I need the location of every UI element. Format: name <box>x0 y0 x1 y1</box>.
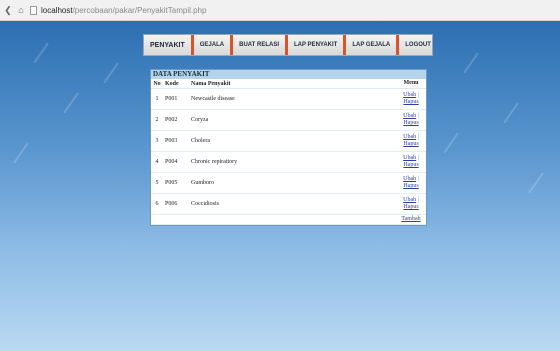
table-row: 1 P001 Newcastle disease Ubah | Hapus <box>151 88 426 110</box>
delete-link[interactable]: Hapus <box>403 120 418 126</box>
link-separator: | <box>417 92 419 98</box>
col-header-menu: Menu <box>396 79 426 89</box>
add-link[interactable]: Tambah <box>401 216 420 222</box>
cell-menu: Ubah | Hapus <box>396 193 426 215</box>
cell-nama: Newcastle disease <box>189 88 396 110</box>
cell-menu: Ubah | Hapus <box>396 151 426 173</box>
edit-link[interactable]: Ubah <box>403 155 416 161</box>
link-separator: | <box>417 155 419 161</box>
delete-link[interactable]: Hapus <box>403 162 418 168</box>
cell-menu: Ubah | Hapus <box>396 88 426 110</box>
page-icon <box>30 5 37 15</box>
cell-kode: P002 <box>163 109 189 131</box>
cell-kode: P006 <box>163 193 189 215</box>
cell-no: 3 <box>151 130 163 152</box>
cell-kode: P005 <box>163 172 189 194</box>
delete-link[interactable]: Hapus <box>403 204 418 210</box>
edit-link[interactable]: Ubah <box>403 197 416 203</box>
panel-title: DATA PENYAKIT <box>151 70 426 79</box>
menu-lap-penyakit[interactable]: LAP PENYAKIT <box>288 35 347 55</box>
cell-menu: Ubah | Hapus <box>396 109 426 131</box>
link-separator: | <box>417 197 419 203</box>
delete-link[interactable]: Hapus <box>403 99 418 105</box>
table-header-row: No Kode Nama Penyakit Menu <box>151 79 426 89</box>
cell-nama: Chronic repirattory <box>189 151 396 173</box>
url-path: /percobaan/pakar/PenyakitTampil.php <box>72 5 207 15</box>
data-penyakit-panel: DATA PENYAKIT No Kode Nama Penyakit Menu… <box>150 69 427 226</box>
cell-no: 2 <box>151 109 163 131</box>
table-row: 2 P002 Coryza Ubah | Hapus <box>151 109 426 131</box>
link-separator: | <box>417 176 419 182</box>
cell-kode: P004 <box>163 151 189 173</box>
cell-no: 5 <box>151 172 163 194</box>
edit-link[interactable]: Ubah <box>403 176 416 182</box>
menu-logout[interactable]: LOGOUT <box>399 35 437 55</box>
table-row: 3 P003 Cholera Ubah | Hapus <box>151 130 426 152</box>
table-footer-row: Tambah <box>151 214 426 225</box>
edit-link[interactable]: Ubah <box>403 92 416 98</box>
cell-kode: P001 <box>163 88 189 110</box>
cell-nama: Gumboro <box>189 172 396 194</box>
menu-buat-relasi[interactable]: BUAT RELASI <box>233 35 288 55</box>
menu-gejala[interactable]: GEJALA <box>194 35 234 55</box>
cell-nama: Cholera <box>189 130 396 152</box>
link-separator: | <box>417 113 419 119</box>
cell-menu: Ubah | Hapus <box>396 172 426 194</box>
url-host: localhost <box>41 5 73 15</box>
delete-link[interactable]: Hapus <box>403 141 418 147</box>
cell-menu: Ubah | Hapus <box>396 130 426 152</box>
col-header-nama: Nama Penyakit <box>189 79 396 89</box>
edit-link[interactable]: Ubah <box>403 113 416 119</box>
cell-no: 6 <box>151 193 163 215</box>
edit-link[interactable]: Ubah <box>403 134 416 140</box>
back-icon[interactable]: ❮ <box>3 4 13 16</box>
menu-lap-gejala[interactable]: LAP GEJALA <box>346 35 400 55</box>
link-separator: | <box>417 134 419 140</box>
col-header-kode: Kode <box>163 79 189 89</box>
delete-link[interactable]: Hapus <box>403 183 418 189</box>
table-row: 6 P006 Coccidiosis Ubah | Hapus <box>151 193 426 215</box>
col-header-no: No <box>151 79 163 89</box>
cell-no: 1 <box>151 88 163 110</box>
cell-nama: Coryza <box>189 109 396 131</box>
browser-address-bar: ❮ ⌂ localhost/percobaan/pakar/PenyakitTa… <box>0 0 560 21</box>
page-background: PENYAKIT GEJALA BUAT RELASI LAP PENYAKIT… <box>0 21 560 351</box>
cell-kode: P003 <box>163 130 189 152</box>
menu-penyakit[interactable]: PENYAKIT <box>144 35 194 55</box>
home-icon[interactable]: ⌂ <box>16 4 26 16</box>
table-row: 4 P004 Chronic repirattory Ubah | Hapus <box>151 151 426 173</box>
table-row: 5 P005 Gumboro Ubah | Hapus <box>151 172 426 194</box>
cell-no: 4 <box>151 151 163 173</box>
url-field[interactable]: localhost/percobaan/pakar/PenyakitTampil… <box>30 5 207 15</box>
main-menu: PENYAKIT GEJALA BUAT RELASI LAP PENYAKIT… <box>143 34 433 56</box>
cell-nama: Coccidiosis <box>189 193 396 215</box>
penyakit-table: No Kode Nama Penyakit Menu 1 P001 Newcastl… <box>151 79 426 225</box>
